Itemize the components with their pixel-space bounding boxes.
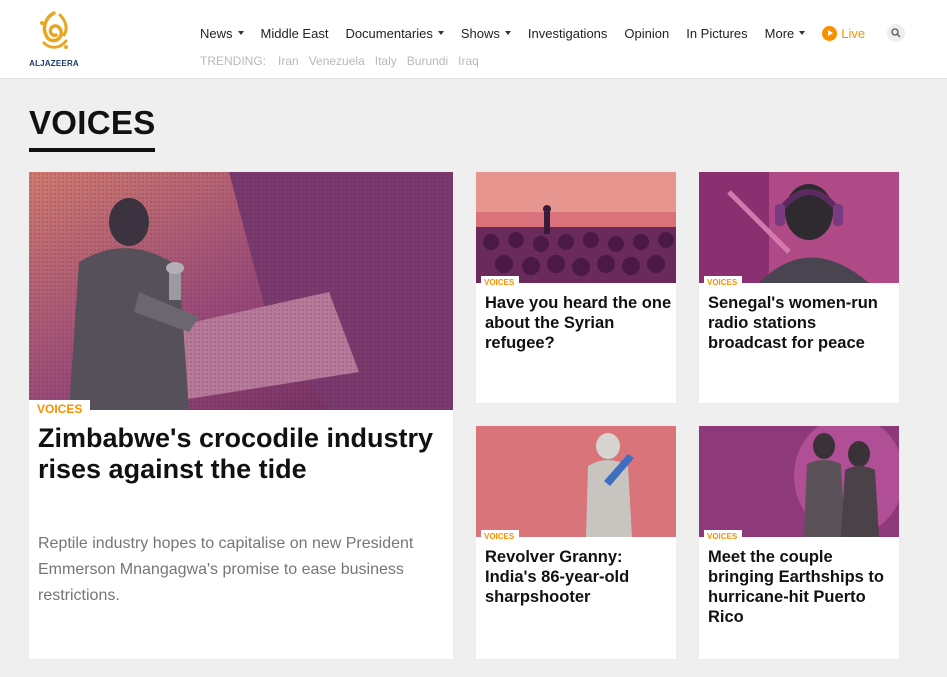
- article-title[interactable]: Senegal's women-run radio stations broad…: [708, 293, 898, 353]
- featured-article-description: Reptile industry hopes to capitalise on …: [38, 535, 414, 604]
- article-image: [476, 426, 676, 537]
- logo-emblem-icon: [40, 11, 68, 49]
- featured-article-card[interactable]: VOICES Zimbabwe's crocodile industry ris…: [29, 172, 453, 659]
- nav-item-in-pictures[interactable]: In Pictures: [686, 26, 747, 41]
- category-tag[interactable]: VOICES: [29, 400, 91, 418]
- nav-label: Documentaries: [345, 25, 433, 41]
- trending-link[interactable]: Iran: [278, 54, 299, 68]
- article-title[interactable]: Have you heard the one about the Syrian …: [485, 293, 675, 353]
- featured-article-image: [29, 172, 453, 410]
- article-card[interactable]: VOICES Revolver Granny: India's 86-year-…: [476, 426, 676, 659]
- nav-item-investigations[interactable]: Investigations: [528, 26, 608, 41]
- section-underline: [29, 148, 155, 152]
- nav-label: More: [764, 25, 795, 41]
- article-image: [476, 172, 676, 283]
- article-card[interactable]: VOICES Senegal's women-run radio station…: [699, 172, 899, 403]
- nav-label: Shows: [460, 25, 500, 41]
- nav-item-shows[interactable]: Shows: [461, 26, 511, 41]
- search-icon: [891, 28, 901, 38]
- trending-bar: TRENDING: Iran Venezuela Italy Burundi I…: [200, 54, 489, 68]
- nav-label: Opinion: [624, 25, 670, 41]
- nav-item-middle-east[interactable]: Middle East: [261, 26, 329, 41]
- category-tag[interactable]: VOICES: [704, 530, 743, 541]
- trending-link[interactable]: Italy: [375, 54, 397, 68]
- trending-link[interactable]: Venezuela: [309, 54, 365, 68]
- category-tag[interactable]: VOICES: [704, 276, 743, 287]
- article-title[interactable]: Meet the couple bringing Earthships to h…: [708, 547, 898, 627]
- chevron-down-icon: [237, 31, 244, 35]
- nav-item-more[interactable]: More: [765, 26, 806, 41]
- article-card[interactable]: VOICES Meet the couple bringing Earthshi…: [699, 426, 899, 659]
- chevron-down-icon: [799, 31, 806, 35]
- nav-item-news[interactable]: News: [200, 26, 244, 41]
- nav-label: In Pictures: [686, 25, 748, 41]
- nav-item-documentaries[interactable]: Documentaries: [345, 25, 444, 41]
- featured-article-title[interactable]: Zimbabwe's crocodile industry rises agai…: [38, 423, 438, 485]
- nav-label: Investigations: [527, 25, 608, 41]
- category-tag[interactable]: VOICES: [481, 276, 520, 287]
- category-tag[interactable]: VOICES: [481, 530, 520, 541]
- article-title[interactable]: Revolver Granny: India's 86-year-old sha…: [485, 547, 675, 607]
- nav-label: Middle East: [260, 25, 329, 41]
- live-button[interactable]: Live: [822, 25, 866, 41]
- trending-link[interactable]: Iraq: [458, 54, 479, 68]
- section-title: VOICES: [29, 104, 156, 141]
- search-button[interactable]: [887, 24, 906, 42]
- article-image: [699, 426, 899, 537]
- chevron-down-icon: [504, 31, 511, 35]
- logo-wordmark: ALJAZEERA: [29, 59, 79, 68]
- article-image: [699, 172, 899, 283]
- nav-label: News: [200, 25, 233, 41]
- chevron-down-icon: [437, 31, 444, 35]
- live-label: Live: [841, 25, 866, 41]
- nav-item-opinion[interactable]: Opinion: [624, 26, 669, 41]
- play-icon: [822, 25, 838, 41]
- site-header: ALJAZEERA News Middle East Documentaries…: [0, 0, 947, 79]
- main-nav: News Middle East Documentaries Shows Inv…: [200, 24, 906, 42]
- trending-label: TRENDING:: [200, 54, 266, 68]
- aljazeera-logo[interactable]: ALJAZEERA: [26, 9, 82, 71]
- trending-link[interactable]: Burundi: [407, 54, 448, 68]
- article-card[interactable]: VOICES Have you heard the one about the …: [476, 172, 676, 403]
